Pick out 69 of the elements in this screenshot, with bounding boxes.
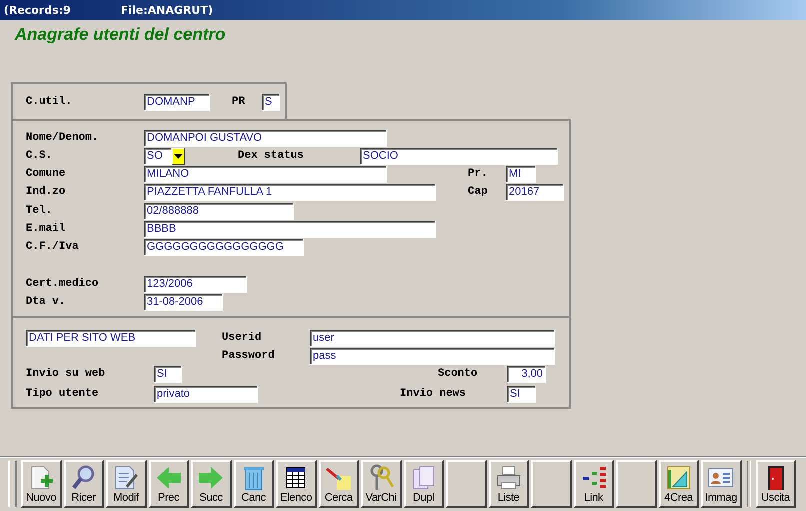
dropdown-button[interactable] — [172, 148, 185, 164]
field-label: C.S. — [26, 150, 54, 162]
input-field[interactable]: DOMANP — [144, 94, 210, 110]
design-toolbar-button[interactable]: 4Crea — [658, 460, 699, 508]
input-field[interactable]: DATI PER SITO WEB — [26, 330, 196, 346]
exit-toolbar-button[interactable]: Uscita — [756, 460, 796, 508]
printer-icon — [494, 464, 523, 492]
field-label: Sconto — [438, 368, 479, 380]
list-toolbar-button[interactable]: Elenco — [276, 460, 316, 508]
input-field[interactable]: pass — [310, 348, 555, 364]
field-label: Dta v. — [26, 296, 67, 308]
input-field[interactable]: GGGGGGGGGGGGGGGG — [144, 238, 304, 256]
field-label: Cap — [468, 186, 489, 198]
field-label: C.F./Iva — [26, 241, 80, 253]
field-label: Nome/Denom. — [26, 132, 100, 144]
link-toolbar-button[interactable]: Link — [574, 460, 614, 508]
form-heading: Anagrafe utenti del centro — [15, 25, 227, 46]
field-label: C.util. — [26, 96, 74, 108]
empty-toolbar-button[interactable] — [531, 460, 572, 508]
field-label: Pr. — [468, 168, 489, 180]
field-label: Cert.medico — [26, 278, 100, 290]
card-toolbar-button[interactable]: Immag — [701, 460, 742, 508]
field-label: Ind.zo — [26, 186, 67, 198]
field-label: Password — [222, 350, 276, 362]
input-field[interactable]: SOCIO — [360, 148, 558, 164]
input-field[interactable]: privato — [154, 386, 258, 402]
field-label: Invio news — [400, 388, 468, 400]
field-label: Tel. — [26, 205, 54, 217]
next-toolbar-button[interactable]: Succ — [191, 460, 232, 508]
input-field[interactable]: SI — [154, 366, 182, 382]
records-count: (Records:9 — [4, 4, 72, 16]
field-label: Invio su web — [26, 368, 106, 380]
input-field[interactable]: 02/888888 — [144, 202, 294, 220]
edit-toolbar-button[interactable]: Modif — [106, 460, 146, 508]
field-label: Userid — [222, 332, 263, 344]
field-label: Tipo utente — [26, 388, 100, 400]
input-field[interactable]: MI — [506, 166, 536, 182]
search-toolbar-button[interactable]: Ricer — [64, 460, 104, 508]
prev-toolbar-button[interactable]: Prec — [148, 460, 189, 508]
delete-toolbar-button[interactable]: Canc — [234, 460, 274, 508]
input-field[interactable]: SI — [507, 386, 536, 402]
field-label: PR — [232, 96, 246, 108]
input-field[interactable]: 31-08-2006 — [144, 294, 223, 310]
right-arrow-icon — [197, 464, 226, 492]
empty-toolbar-button[interactable] — [446, 460, 486, 508]
print-toolbar-button[interactable]: Liste — [488, 460, 529, 508]
input-field[interactable]: 123/2006 — [144, 276, 247, 292]
field-label: E.mail — [26, 223, 67, 235]
input-field[interactable]: 3,00 — [507, 366, 546, 382]
toolbar-grip[interactable] — [8, 461, 17, 507]
left-arrow-icon — [154, 464, 183, 492]
ruler-square-icon — [664, 464, 693, 492]
new-toolbar-button[interactable]: Nuovo — [21, 460, 62, 508]
input-field[interactable]: MILANO — [144, 166, 387, 182]
file-name: File:ANAGRUT) — [121, 4, 214, 16]
input-field[interactable]: BBBB — [144, 220, 436, 238]
input-field[interactable]: user — [310, 330, 555, 346]
find-toolbar-button[interactable]: Cerca — [318, 460, 359, 508]
keys-toolbar-button[interactable]: VarChi — [361, 460, 402, 508]
input-field[interactable]: DOMANPOI GUSTAVO — [144, 130, 387, 146]
input-field[interactable]: SO — [144, 148, 172, 164]
caret-icon — [174, 154, 183, 158]
field-label: Comune — [26, 168, 67, 180]
input-field[interactable]: 20167 — [506, 184, 564, 200]
field-label: Dex status — [238, 150, 306, 162]
input-field[interactable]: S — [262, 94, 280, 110]
input-field[interactable]: PIAZZETTA FANFULLA 1 — [144, 184, 436, 200]
empty-toolbar-button[interactable] — [616, 460, 656, 508]
copy-toolbar-button[interactable]: Dupl — [404, 460, 444, 508]
